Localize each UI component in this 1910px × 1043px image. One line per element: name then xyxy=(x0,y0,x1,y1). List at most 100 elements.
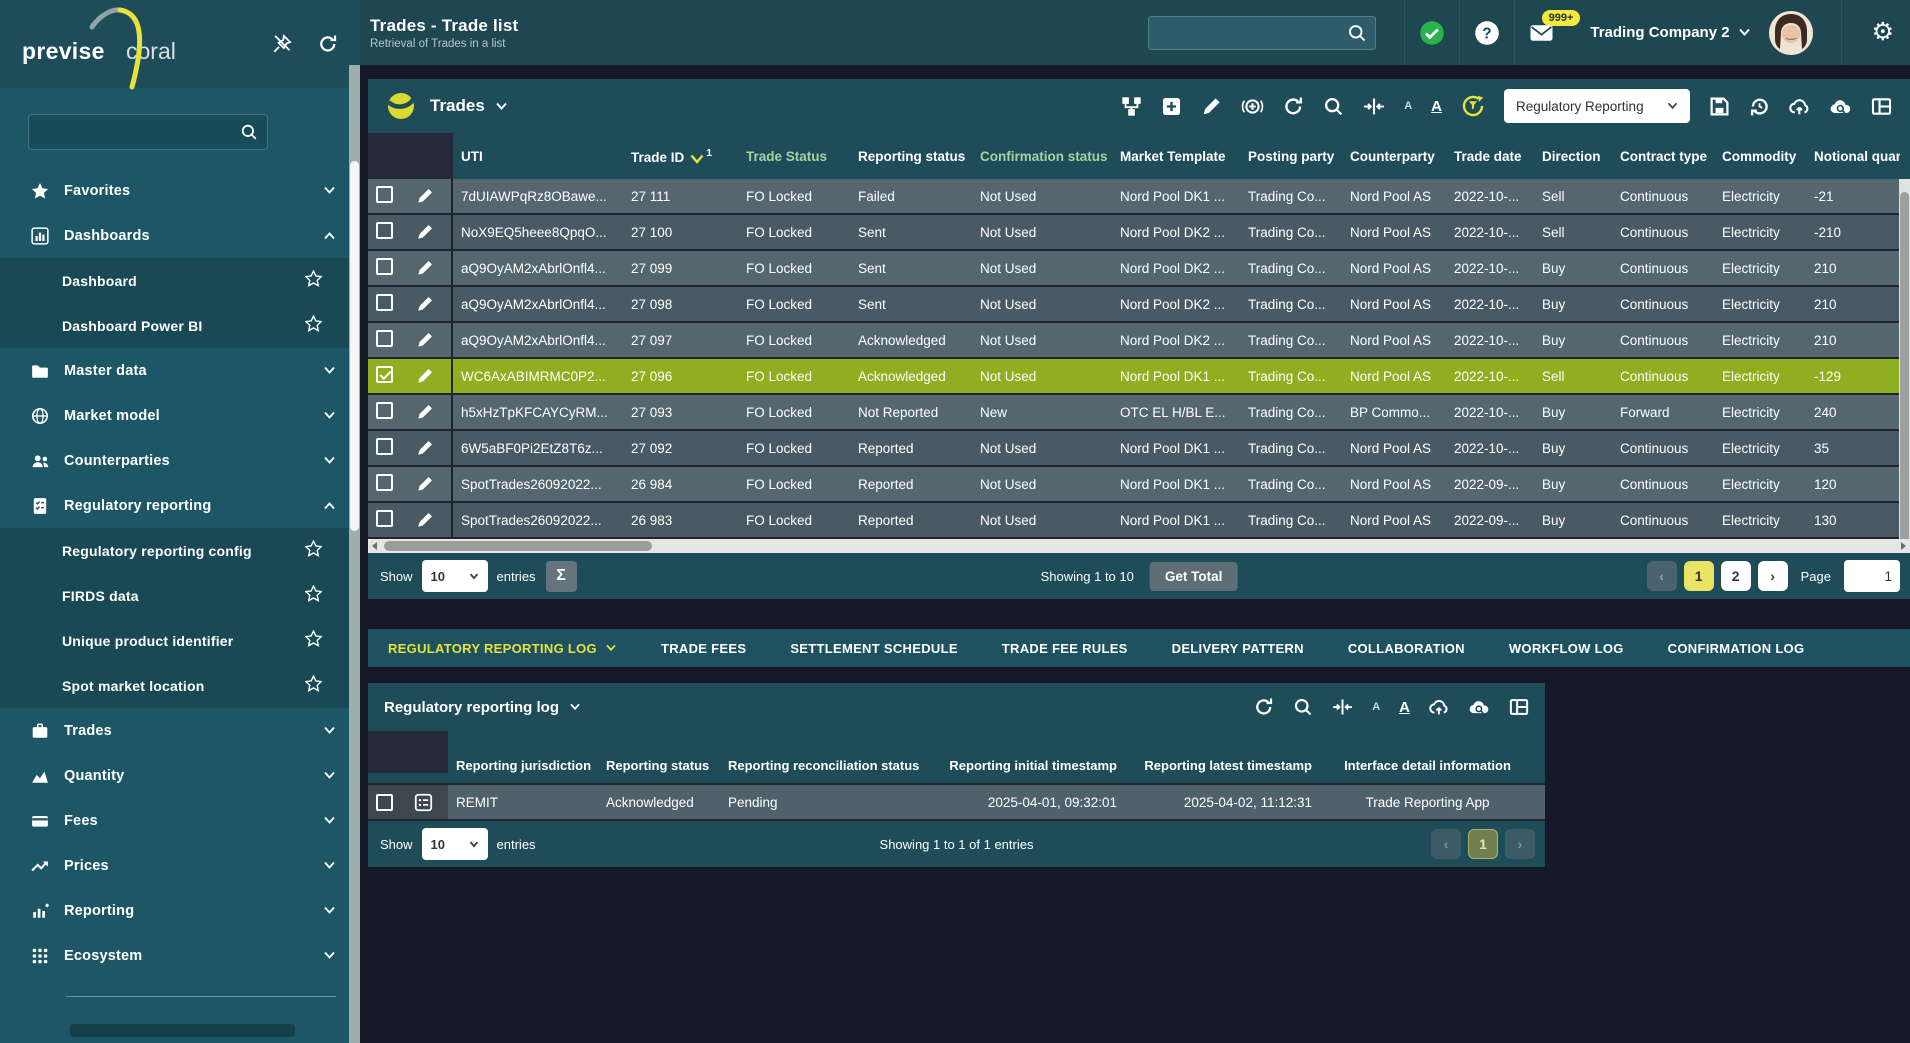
tab-delivery-pattern[interactable]: DELIVERY PATTERN xyxy=(1172,641,1304,656)
column-header-contract-type[interactable]: Contract type xyxy=(1612,149,1714,164)
column-header-notional-quantity[interactable]: Notional quantity xyxy=(1806,149,1900,164)
sidebar-item-unique-product-identifier[interactable]: Unique product identifier xyxy=(0,618,360,663)
global-search-input[interactable] xyxy=(1157,25,1347,40)
edit-row-icon[interactable] xyxy=(416,331,434,349)
tab-settlement-schedule[interactable]: SETTLEMENT SCHEDULE xyxy=(790,641,957,656)
page-size-select[interactable]: 10 xyxy=(422,828,488,860)
chevron-down-icon[interactable] xyxy=(569,703,581,711)
column-header-trade-status[interactable]: Trade Status xyxy=(738,149,850,164)
column-header-uti[interactable]: UTI xyxy=(453,149,623,164)
cloud-upload-icon[interactable] xyxy=(1429,697,1450,717)
edit-row-icon[interactable] xyxy=(416,367,434,385)
sidebar-item-ecosystem[interactable]: Ecosystem xyxy=(0,933,360,978)
row-checkbox[interactable] xyxy=(376,222,393,239)
sum-button[interactable]: Σ xyxy=(546,561,577,592)
history-icon[interactable] xyxy=(1749,96,1770,117)
tab-trade-fee-rules[interactable]: TRADE FEE RULES xyxy=(1002,641,1128,656)
column-header-trade-id[interactable]: Trade ID1 xyxy=(623,147,738,165)
chevron-down-icon[interactable] xyxy=(495,102,508,111)
sidebar-item-counterparties[interactable]: Counterparties xyxy=(0,438,360,483)
tab-regulatory-reporting-log[interactable]: REGULATORY REPORTING LOG xyxy=(388,641,617,656)
reset-filter-icon[interactable] xyxy=(1461,94,1485,118)
favorite-star-icon[interactable] xyxy=(305,270,322,292)
add-record-icon[interactable] xyxy=(1161,96,1182,117)
column-header-latest-timestamp[interactable]: Reporting latest timestamp xyxy=(1125,758,1320,773)
company-selector[interactable]: Trading Company 2 xyxy=(1590,24,1750,41)
scrollbar-thumb[interactable] xyxy=(350,161,359,531)
table-row[interactable]: 6W5aBF0Pi2EtZ8T6z... 27 092 FO Locked Re… xyxy=(368,431,1910,467)
favorite-star-icon[interactable] xyxy=(305,540,322,562)
sidebar-item-reporting[interactable]: Reporting xyxy=(0,888,360,933)
row-checkbox[interactable] xyxy=(376,330,393,347)
view-select[interactable]: Regulatory Reporting xyxy=(1504,89,1690,123)
sidebar-refresh-button[interactable] xyxy=(318,34,338,54)
sidebar-item-regulatory-reporting-config[interactable]: Regulatory reporting config xyxy=(0,528,360,573)
row-checkbox[interactable] xyxy=(376,366,393,383)
page-2-button[interactable]: 2 xyxy=(1721,561,1751,591)
vertical-scrollbar[interactable] xyxy=(1899,179,1910,559)
column-header-market-template[interactable]: Market Template xyxy=(1112,149,1240,164)
favorite-star-icon[interactable] xyxy=(305,585,322,607)
sidebar-search-input[interactable] xyxy=(38,125,240,140)
sidebar-item-market-model[interactable]: Market model xyxy=(0,393,360,438)
next-page-button[interactable]: › xyxy=(1505,829,1535,859)
favorite-star-icon[interactable] xyxy=(305,675,322,697)
row-checkbox[interactable] xyxy=(376,438,393,455)
favorite-star-icon[interactable] xyxy=(305,315,322,337)
sidebar-item-dashboards[interactable]: Dashboards xyxy=(0,213,360,258)
table-row[interactable]: aQ9OyAM2xAbrlOnfl4... 27 099 FO Locked S… xyxy=(368,251,1910,287)
sidebar-item-dashboard[interactable]: Dashboard xyxy=(0,258,360,303)
sidebar-item-dashboard-power-bi[interactable]: Dashboard Power BI xyxy=(0,303,360,348)
search-icon[interactable] xyxy=(1323,96,1344,117)
column-header-trade-date[interactable]: Trade date xyxy=(1446,149,1534,164)
edit-row-icon[interactable] xyxy=(416,187,434,205)
scrollbar-thumb[interactable] xyxy=(1900,192,1909,546)
log-table-row[interactable]: REMIT Acknowledged Pending 2025-04-01, 0… xyxy=(368,783,1545,821)
sidebar-item-trades[interactable]: Trades xyxy=(0,708,360,753)
table-row[interactable]: SpotTrades26092022... 26 984 FO Locked R… xyxy=(368,467,1910,503)
previous-page-button[interactable]: ‹ xyxy=(1431,829,1461,859)
column-header-commodity[interactable]: Commodity xyxy=(1714,149,1806,164)
column-header-reporting-status[interactable]: Reporting status xyxy=(850,149,972,164)
column-header-confirmation-status[interactable]: Confirmation status xyxy=(972,149,1112,164)
edit-row-icon[interactable] xyxy=(416,295,434,313)
table-row[interactable]: 7dUIAWPqRz8OBawe... 27 111 FO Locked Fai… xyxy=(368,179,1910,215)
sidebar-item-spot-market-location[interactable]: Spot market location xyxy=(0,663,360,708)
table-row[interactable]: aQ9OyAM2xAbrlOnfl4... 27 097 FO Locked A… xyxy=(368,323,1910,359)
select-all-header[interactable] xyxy=(368,731,406,773)
tab-workflow-log[interactable]: WORKFLOW LOG xyxy=(1509,641,1624,656)
page-number-input[interactable] xyxy=(1844,560,1900,592)
help-button[interactable]: ? xyxy=(1474,20,1500,46)
add-related-icon[interactable] xyxy=(1241,96,1264,117)
scroll-left-arrow[interactable] xyxy=(368,539,382,553)
page-size-select[interactable]: 10 xyxy=(422,560,488,592)
column-header-counterparty[interactable]: Counterparty xyxy=(1342,149,1446,164)
edit-row-icon[interactable] xyxy=(416,403,434,421)
edit-row-icon[interactable] xyxy=(416,439,434,457)
notifications-button[interactable]: 999+ xyxy=(1529,22,1554,44)
sidebar-item-favorites[interactable]: Favorites xyxy=(0,168,360,213)
page-1-button[interactable]: 1 xyxy=(1468,829,1498,859)
edit-row-icon[interactable] xyxy=(416,223,434,241)
edit-row-icon[interactable] xyxy=(416,475,434,493)
edit-row-icon[interactable] xyxy=(416,259,434,277)
table-row[interactable]: SpotTrades26092022... 26 983 FO Locked R… xyxy=(368,503,1910,539)
cloud-search-icon[interactable] xyxy=(1469,697,1490,717)
hierarchy-icon[interactable] xyxy=(1121,96,1142,117)
refresh-icon[interactable] xyxy=(1283,96,1304,117)
get-total-button[interactable]: Get Total xyxy=(1150,562,1238,591)
row-checkbox[interactable] xyxy=(376,510,393,527)
search-icon[interactable] xyxy=(1293,697,1313,717)
column-header-reporting-status[interactable]: Reporting status xyxy=(598,758,720,773)
sidebar-item-fees[interactable]: Fees xyxy=(0,798,360,843)
cloud-search-icon[interactable] xyxy=(1830,96,1852,117)
user-avatar[interactable] xyxy=(1769,11,1813,55)
column-header-reconciliation-status[interactable]: Reporting reconciliation status xyxy=(720,758,930,773)
table-row[interactable]: NoX9EQ5heee8QpqO... 27 100 FO Locked Sen… xyxy=(368,215,1910,251)
row-checkbox[interactable] xyxy=(376,258,393,275)
row-checkbox[interactable] xyxy=(376,474,393,491)
fit-columns-icon[interactable] xyxy=(1363,96,1385,117)
column-header-reporting-jurisdiction[interactable]: Reporting jurisdiction xyxy=(448,758,598,773)
column-header-direction[interactable]: Direction xyxy=(1534,149,1612,164)
row-checkbox[interactable] xyxy=(376,294,393,311)
